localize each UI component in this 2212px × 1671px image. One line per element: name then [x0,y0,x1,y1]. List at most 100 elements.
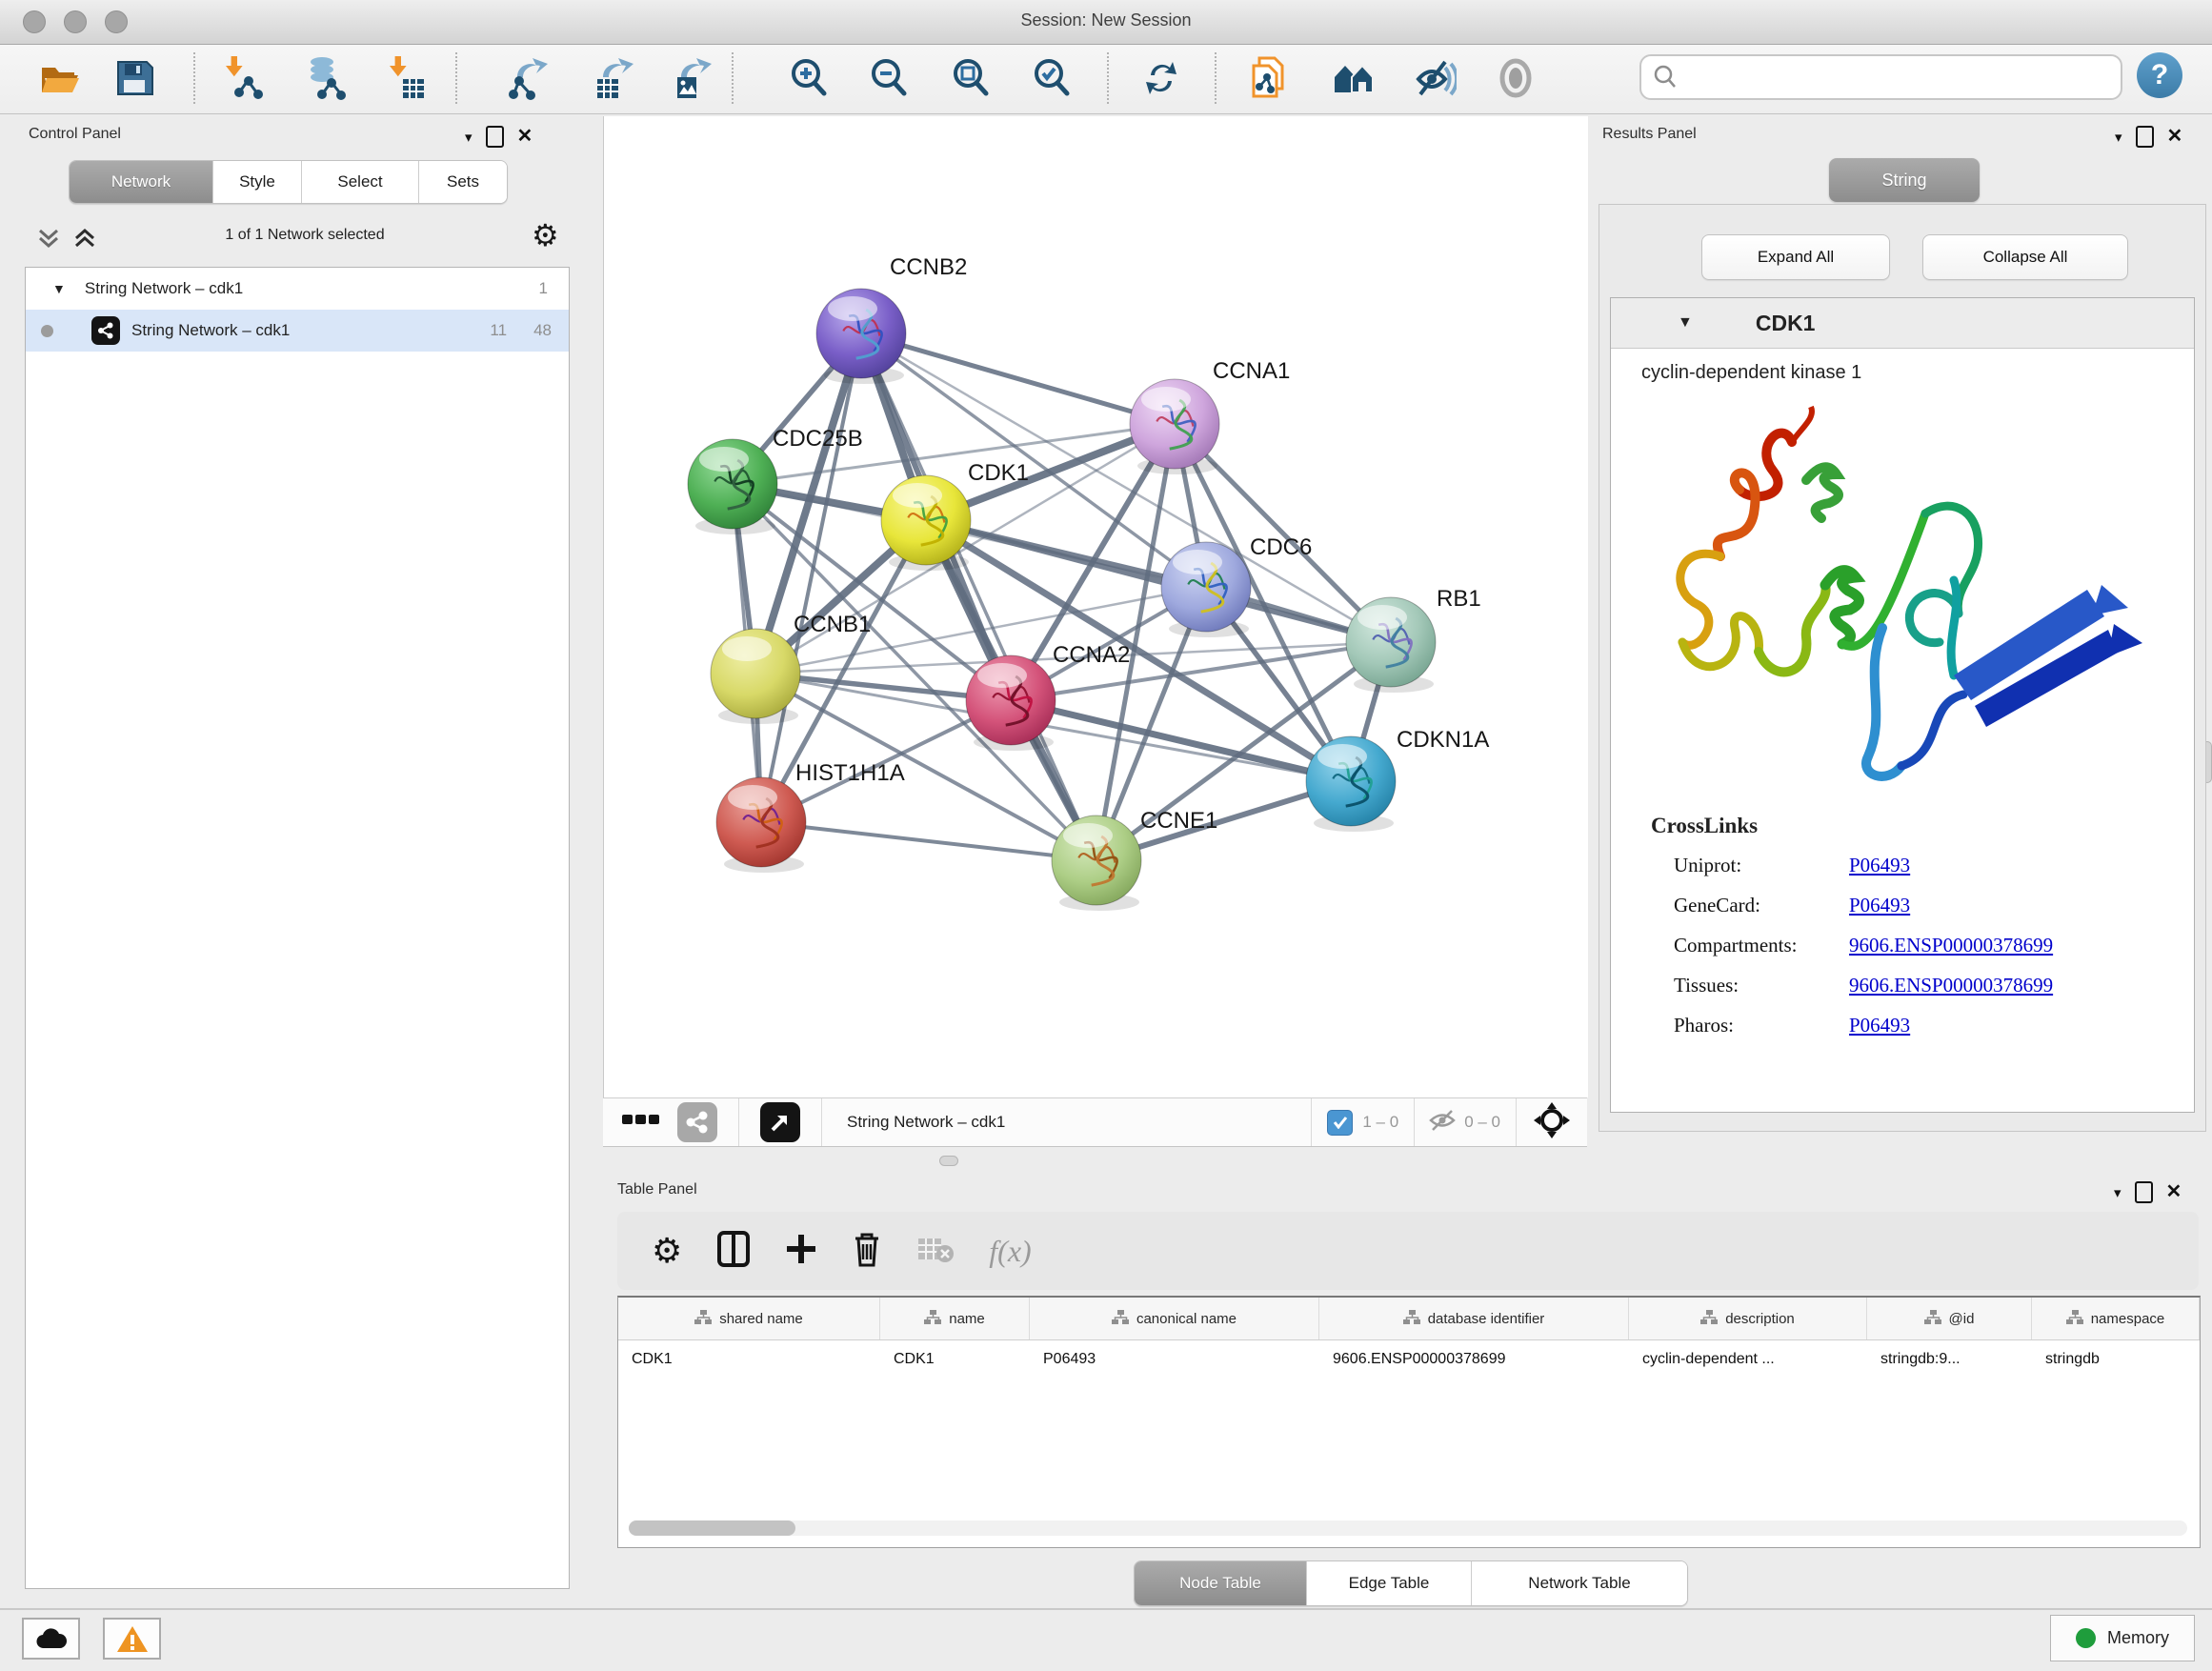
network-node[interactable]: RB1 [1346,586,1481,693]
zoom-in-icon[interactable] [787,56,831,100]
collapse-all-networks-icon[interactable] [36,227,70,252]
network-thumbnail-toggle-icon[interactable] [677,1102,717,1142]
column-header[interactable]: description [1629,1298,1867,1339]
network-node[interactable]: HIST1H1A [716,760,905,873]
table-body: CDK1CDK1P064939606.ENSP00000378699cyclin… [618,1340,2200,1379]
network-edge[interactable] [861,333,1175,424]
tab-select[interactable]: Select [302,161,419,203]
table-cell[interactable]: cyclin-dependent ... [1629,1340,1867,1379]
network-edge[interactable] [761,822,1096,860]
network-edge[interactable] [926,520,1391,642]
network-tree: ▼ String Network – cdk1 1 String Network… [25,267,570,1589]
network-node[interactable]: CCNE1 [1052,808,1217,911]
tab-string[interactable]: String [1829,158,1980,202]
network-node[interactable]: CDK1 [881,460,1029,571]
collection-expander-icon[interactable]: ▼ [52,281,66,296]
tab-style[interactable]: Style [213,161,302,203]
network-row[interactable]: String Network – cdk1 11 48 [26,310,569,352]
crosslink-link[interactable]: 9606.ENSP00000378699 [1849,974,2053,997]
tab-sets[interactable]: Sets [419,161,507,203]
column-header[interactable]: name [880,1298,1030,1339]
network-collection-row[interactable]: ▼ String Network – cdk1 1 [26,268,569,310]
tab-network-table[interactable]: Network Table [1472,1561,1687,1605]
panel-menu-icon[interactable]: ▾ [2115,129,2122,146]
table-h-scrollbar-thumb[interactable] [629,1520,795,1536]
expand-all-networks-icon[interactable] [72,227,107,252]
column-header[interactable]: namespace [2032,1298,2200,1339]
table-row[interactable]: CDK1CDK1P064939606.ENSP00000378699cyclin… [618,1340,2200,1379]
delete-column-icon[interactable] [852,1230,882,1273]
import-network-database-icon[interactable] [303,56,347,100]
table-cell[interactable]: CDK1 [618,1340,880,1379]
import-table-file-icon[interactable] [384,56,428,100]
network-edge[interactable] [761,333,861,822]
panel-menu-icon[interactable]: ▾ [465,129,473,146]
add-column-icon[interactable] [785,1233,817,1270]
table-cell[interactable]: stringdb:9... [1867,1340,2032,1379]
panel-menu-icon[interactable]: ▾ [2114,1184,2122,1201]
network-node[interactable]: CCNB2 [816,254,967,384]
show-all-eye-icon[interactable] [1494,56,1538,100]
network-node[interactable]: CDKN1A [1306,727,1489,832]
panel-float-icon[interactable] [2135,1181,2153,1203]
section-collapse-icon[interactable]: ▼ [1678,314,1693,332]
selected-nodes-checkbox[interactable] [1327,1110,1353,1136]
crosslink-link[interactable]: P06493 [1849,894,1910,917]
search-input[interactable] [1685,68,2121,87]
search-field[interactable] [1639,54,2122,100]
collection-count: 1 [539,279,548,298]
table-h-scrollbar[interactable] [629,1520,2187,1536]
hide-selected-eye-icon[interactable] [1413,56,1457,100]
network-options-gear-icon[interactable]: ⚙ [532,217,559,253]
crosslink-link[interactable]: 9606.ENSP00000378699 [1849,934,2053,957]
export-network-icon[interactable] [506,56,550,100]
export-table-icon[interactable] [592,56,635,100]
houses-icon[interactable] [1332,56,1376,100]
tab-network[interactable]: Network [70,161,213,203]
crosslink-link[interactable]: P06493 [1849,854,1910,877]
panel-float-icon[interactable] [2136,126,2154,148]
birds-eye-view-icon[interactable] [1532,1100,1572,1145]
tab-node-table[interactable]: Node Table [1135,1561,1307,1605]
panel-close-icon[interactable]: ✕ [2167,128,2183,146]
column-type-icon [1924,1310,1941,1328]
column-header[interactable]: @id [1867,1298,2032,1339]
open-session-icon[interactable] [38,56,82,100]
panel-close-icon[interactable]: ✕ [517,128,533,146]
column-header[interactable]: canonical name [1030,1298,1319,1339]
zoom-out-icon[interactable] [867,56,911,100]
tab-edge-table[interactable]: Edge Table [1307,1561,1472,1605]
warning-status-button[interactable] [103,1618,161,1660]
horizontal-splitter-handle[interactable] [939,1156,958,1166]
column-header-label: name [949,1311,985,1327]
protein-section-header[interactable]: ▼ CDK1 [1611,298,2194,349]
show-columns-icon[interactable] [716,1230,751,1273]
panel-float-icon[interactable] [486,126,504,148]
table-cell[interactable]: CDK1 [880,1340,1030,1379]
expand-all-button[interactable]: Expand All [1701,234,1890,280]
column-header[interactable]: shared name [618,1298,880,1339]
table-settings-gear-icon[interactable]: ⚙ [652,1234,682,1268]
selected-count: 1 – 0 [1362,1113,1398,1132]
open-in-window-icon[interactable] [760,1102,800,1142]
table-cell[interactable]: P06493 [1030,1340,1319,1379]
apply-layout-icon[interactable] [1139,56,1183,100]
table-cell[interactable]: stringdb [2032,1340,2200,1379]
export-image-icon[interactable] [670,56,714,100]
zoom-fit-icon[interactable] [949,56,993,100]
cloud-status-button[interactable] [22,1618,80,1660]
save-session-icon[interactable] [112,56,156,100]
table-cell[interactable]: 9606.ENSP00000378699 [1319,1340,1629,1379]
panel-close-icon[interactable]: ✕ [2166,1183,2182,1201]
column-header[interactable]: database identifier [1319,1298,1629,1339]
import-network-file-icon[interactable] [222,56,266,100]
node-label: CCNE1 [1140,808,1217,834]
collapse-all-button[interactable]: Collapse All [1922,234,2128,280]
help-button[interactable]: ? [2137,52,2182,98]
memory-button[interactable]: Memory [2050,1615,2195,1661]
clone-network-icon[interactable] [1246,56,1290,100]
crosslink-link[interactable]: P06493 [1849,1014,1910,1037]
zoom-selected-icon[interactable] [1030,56,1074,100]
network-canvas[interactable]: CCNB2CCNA1CDC25BCDK1CDC6RB1CCNB1CCNA2CDK… [603,116,1588,1097]
show-grid-icon[interactable] [622,1103,660,1141]
